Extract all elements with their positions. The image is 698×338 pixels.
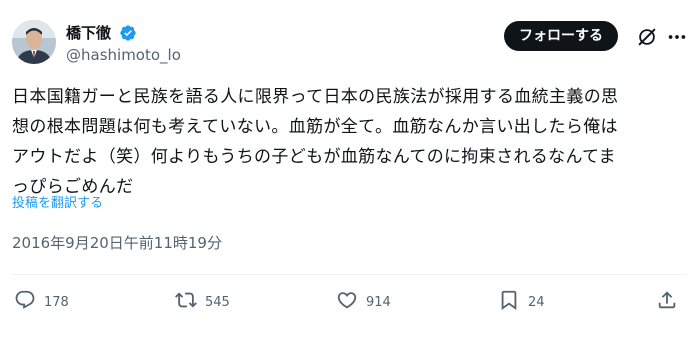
tweet-text: 日本国籍ガーと民族を語る人に限界って日本の民族法が採用する血統主義の思 想の根本…: [12, 87, 619, 197]
like-button[interactable]: 914: [336, 290, 391, 314]
divider: [12, 274, 686, 275]
bookmark-button[interactable]: 24: [498, 290, 545, 314]
share-button[interactable]: [656, 290, 678, 314]
user-handle[interactable]: @hashimoto_lo: [66, 45, 181, 65]
repost-icon: [175, 289, 197, 315]
repost-button[interactable]: 545: [175, 290, 230, 314]
like-count: 914: [366, 294, 391, 310]
tweet: 橋下徹 @hashimoto_lo フォローする 日本国籍ガーと民族を語る人に限…: [0, 0, 698, 338]
avatar-image: [12, 20, 56, 64]
share-icon: [656, 289, 678, 315]
translate-post-link[interactable]: 投稿を翻訳する: [12, 194, 103, 214]
follow-button[interactable]: フォローする: [504, 21, 618, 51]
grok-icon[interactable]: [636, 26, 658, 48]
display-name[interactable]: 橋下徹: [66, 23, 111, 43]
reply-icon: [14, 289, 36, 315]
avatar[interactable]: [12, 20, 56, 64]
repost-count: 545: [205, 294, 230, 310]
verified-badge-icon: [119, 24, 137, 42]
reply-count: 178: [44, 294, 69, 310]
more-options-icon[interactable]: [666, 26, 688, 48]
action-bar: 178 545 914 24: [14, 290, 686, 314]
tweet-header: 橋下徹 @hashimoto_lo フォローする: [12, 20, 688, 68]
heart-icon: [336, 289, 358, 315]
reply-button[interactable]: 178: [14, 290, 69, 314]
bookmark-icon: [498, 289, 520, 315]
name-block: 橋下徹 @hashimoto_lo: [66, 22, 181, 65]
bookmark-count: 24: [528, 294, 545, 310]
tweet-timestamp[interactable]: 2016年9月20日午前11時19分: [12, 233, 222, 253]
